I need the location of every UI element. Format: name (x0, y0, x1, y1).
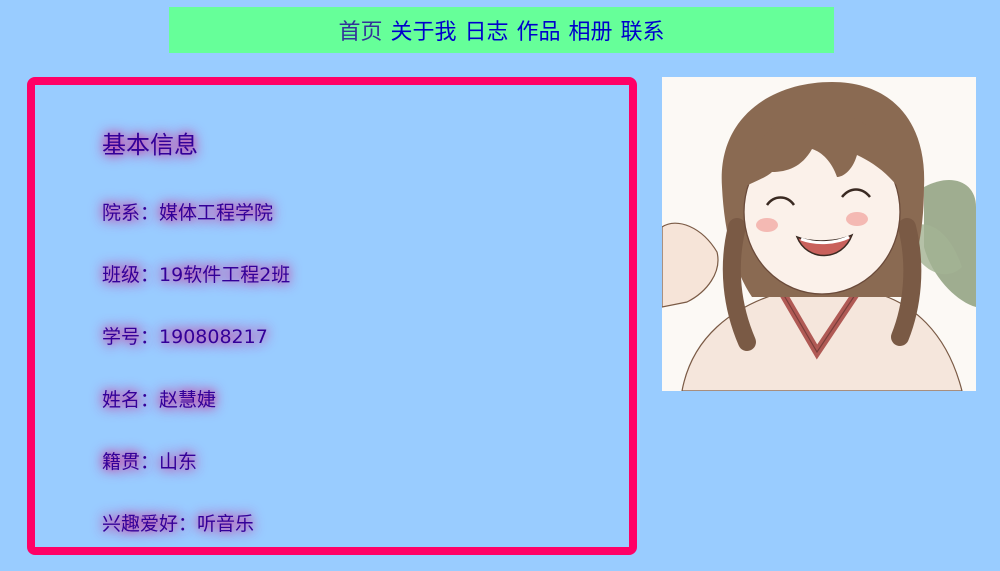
info-value: 19软件工程2班 (159, 264, 291, 286)
info-label: 兴趣爱好 (102, 513, 179, 535)
nav-link-blog[interactable]: 日志 (464, 14, 508, 46)
info-value: 听音乐 (197, 513, 255, 535)
info-value: 山东 (159, 451, 198, 473)
info-row-name: 姓名：赵慧婕 (102, 385, 216, 412)
basic-info-title: 基本信息 (102, 131, 198, 159)
info-separator: ： (140, 202, 160, 224)
info-label: 学号 (102, 326, 141, 348)
info-separator: ： (140, 389, 160, 411)
smiling-anime-girl-illustration-icon (662, 77, 976, 391)
nav-link-home[interactable]: 首页 (338, 14, 382, 46)
nav-link-works[interactable]: 作品 (517, 14, 561, 46)
info-value: 190808217 (159, 326, 268, 348)
info-separator: ： (178, 513, 198, 535)
info-row-student-id: 学号：190808217 (102, 322, 268, 349)
info-value: 媒体工程学院 (159, 202, 274, 224)
nav-link-album[interactable]: 相册 (569, 14, 613, 46)
profile-avatar (662, 77, 976, 391)
info-row-department: 院系：媒体工程学院 (102, 198, 273, 225)
info-separator: ： (140, 326, 160, 348)
info-label: 籍贯 (102, 451, 141, 473)
nav-link-contact[interactable]: 联系 (621, 14, 665, 46)
nav-link-about[interactable]: 关于我 (390, 14, 456, 46)
info-row-class: 班级：19软件工程2班 (102, 260, 290, 287)
info-separator: ： (140, 264, 160, 286)
info-label: 姓名 (102, 389, 141, 411)
info-value: 赵慧婕 (159, 389, 217, 411)
info-label: 院系 (102, 202, 141, 224)
info-separator: ： (140, 451, 160, 473)
info-label: 班级 (102, 264, 141, 286)
top-navigation: 首页 关于我 日志 作品 相册 联系 (169, 7, 834, 53)
info-row-hometown: 籍贯：山东 (102, 447, 197, 474)
basic-info-panel: 基本信息 院系：媒体工程学院 班级：19软件工程2班 学号：190808217 … (27, 77, 637, 555)
info-row-hobbies: 兴趣爱好：听音乐 (102, 509, 254, 536)
